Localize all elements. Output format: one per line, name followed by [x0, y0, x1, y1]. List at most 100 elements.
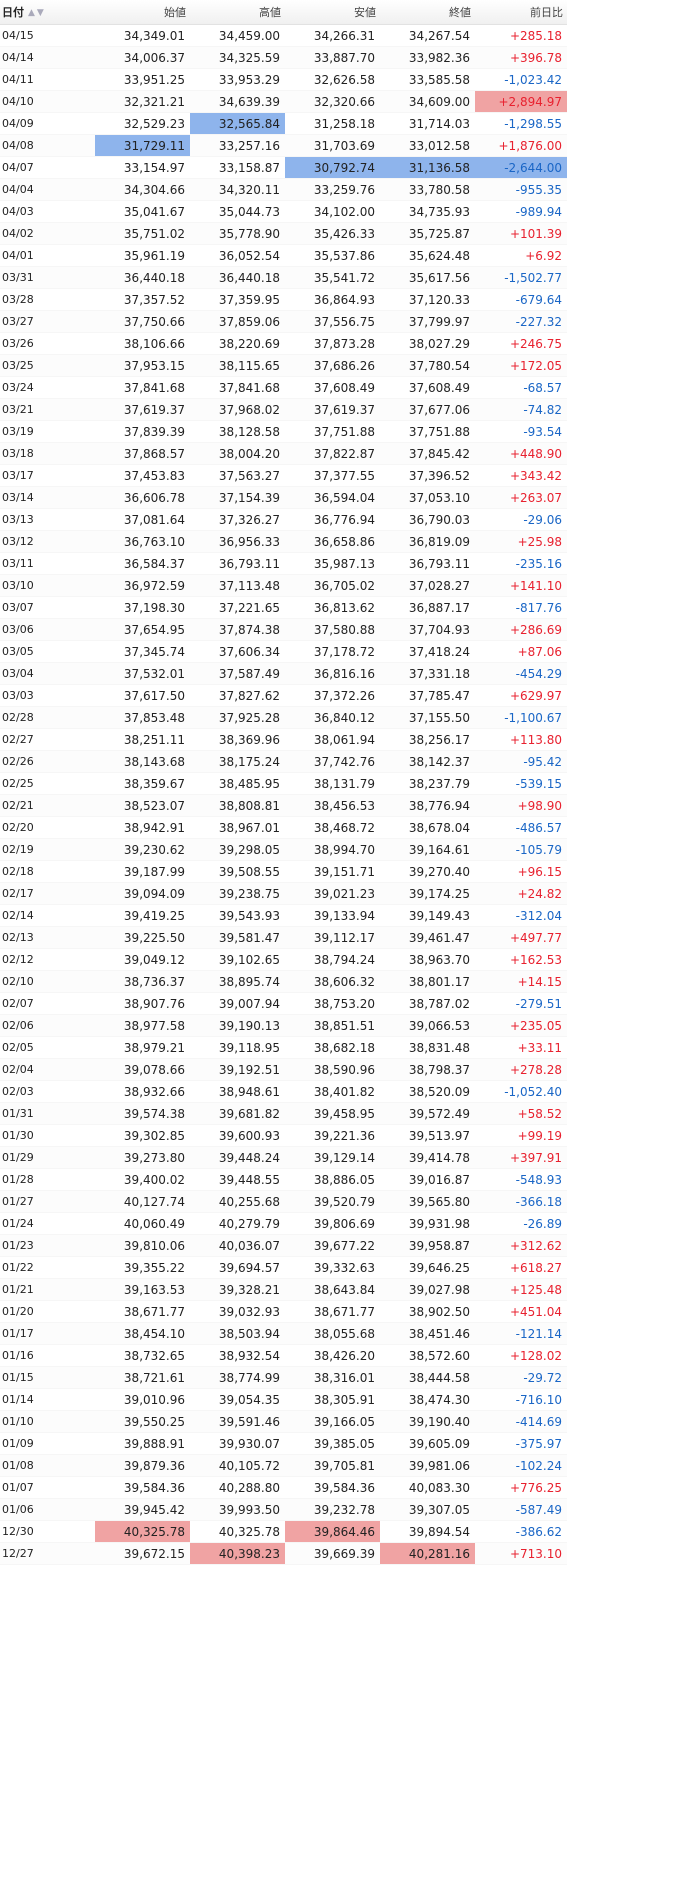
cell-high: 39,694.57: [190, 1256, 285, 1279]
cell-change: +58.52: [475, 1102, 567, 1125]
table-row: 02/03 38,932.66 38,948.61 38,401.82 38,520.0…: [0, 1080, 567, 1103]
table-row: 01/27 40,127.74 40,255.68 39,520.79 39,565.8…: [0, 1190, 567, 1213]
cell-change: -95.42: [475, 750, 567, 773]
cell-low: 35,426.33: [285, 222, 380, 245]
cell-open: 35,961.19: [95, 244, 190, 267]
cell-date: 01/06: [0, 1498, 95, 1521]
cell-open: 37,853.48: [95, 706, 190, 729]
cell-low: 38,590.96: [285, 1058, 380, 1081]
cell-high: 37,606.34: [190, 640, 285, 663]
cell-date: 03/03: [0, 684, 95, 707]
cell-close: 34,735.93: [380, 200, 475, 223]
cell-high: 37,968.02: [190, 398, 285, 421]
header-high[interactable]: 高値: [190, 0, 285, 25]
table-row: 01/29 39,273.80 39,448.24 39,129.14 39,414.7…: [0, 1146, 567, 1169]
cell-date: 02/05: [0, 1036, 95, 1059]
cell-date: 01/21: [0, 1278, 95, 1301]
cell-change: +396.78: [475, 46, 567, 69]
cell-close: 39,931.98: [380, 1212, 475, 1235]
cell-change: -955.35: [475, 178, 567, 201]
cell-high: 37,827.62: [190, 684, 285, 707]
table-row: 04/02 35,751.02 35,778.90 35,426.33 35,725.8…: [0, 222, 567, 245]
cell-change: +278.28: [475, 1058, 567, 1081]
cell-close: 37,028.27: [380, 574, 475, 597]
table-row: 03/24 37,841.68 37,841.68 37,608.49 37,608.4…: [0, 376, 567, 399]
cell-high: 39,591.46: [190, 1410, 285, 1433]
cell-open: 38,671.77: [95, 1300, 190, 1323]
cell-close: 37,799.97: [380, 310, 475, 333]
cell-open: 40,325.78: [95, 1520, 190, 1543]
cell-high: 39,930.07: [190, 1432, 285, 1455]
cell-close: 36,819.09: [380, 530, 475, 553]
cell-open: 39,230.62: [95, 838, 190, 861]
cell-change: +285.18: [475, 24, 567, 47]
cell-high: 39,581.47: [190, 926, 285, 949]
cell-low: 37,822.87: [285, 442, 380, 465]
cell-change: -989.94: [475, 200, 567, 223]
header-low[interactable]: 安値: [285, 0, 380, 25]
table-row: 04/04 34,304.66 34,320.11 33,259.76 33,780.5…: [0, 178, 567, 201]
table-row: 01/21 39,163.53 39,328.21 38,643.84 39,027.9…: [0, 1278, 567, 1301]
cell-date: 04/08: [0, 134, 95, 157]
cell-low: 37,751.88: [285, 420, 380, 443]
cell-change: -1,502.77: [475, 266, 567, 289]
cell-close: 39,894.54: [380, 1520, 475, 1543]
cell-close: 37,120.33: [380, 288, 475, 311]
cell-date: 02/04: [0, 1058, 95, 1081]
cell-low: 35,541.72: [285, 266, 380, 289]
cell-low: 38,794.24: [285, 948, 380, 971]
cell-low: 30,792.74: [285, 156, 380, 179]
cell-open: 38,977.58: [95, 1014, 190, 1037]
cell-date: 02/28: [0, 706, 95, 729]
cell-close: 37,677.06: [380, 398, 475, 421]
cell-low: 37,686.26: [285, 354, 380, 377]
cell-close: 38,776.94: [380, 794, 475, 817]
cell-close: 35,725.87: [380, 222, 475, 245]
cell-open: 38,721.61: [95, 1366, 190, 1389]
table-row: 02/10 38,736.37 38,895.74 38,606.32 38,801.1…: [0, 970, 567, 993]
cell-low: 39,021.23: [285, 882, 380, 905]
header-row: 日付 ▲▼ 始値 高値 安値 終値 前日比: [0, 0, 567, 25]
header-change[interactable]: 前日比: [475, 0, 567, 25]
cell-close: 38,572.60: [380, 1344, 475, 1367]
cell-date: 04/03: [0, 200, 95, 223]
cell-date: 02/06: [0, 1014, 95, 1037]
cell-low: 39,332.63: [285, 1256, 380, 1279]
cell-change: +14.15: [475, 970, 567, 993]
cell-high: 38,503.94: [190, 1322, 285, 1345]
cell-date: 04/04: [0, 178, 95, 201]
cell-change: -817.76: [475, 596, 567, 619]
cell-high: 40,325.78: [190, 1520, 285, 1543]
cell-low: 32,626.58: [285, 68, 380, 91]
cell-change: -539.15: [475, 772, 567, 795]
table-row: 03/05 37,345.74 37,606.34 37,178.72 37,418.2…: [0, 640, 567, 663]
cell-low: 37,873.28: [285, 332, 380, 355]
cell-open: 39,094.09: [95, 882, 190, 905]
sort-arrows-icon[interactable]: ▲▼: [28, 8, 46, 18]
cell-high: 40,279.79: [190, 1212, 285, 1235]
header-open[interactable]: 始値: [95, 0, 190, 25]
table-row: 02/27 38,251.11 38,369.96 38,061.94 38,256.1…: [0, 728, 567, 751]
cell-close: 39,414.78: [380, 1146, 475, 1169]
cell-open: 38,979.21: [95, 1036, 190, 1059]
cell-high: 40,255.68: [190, 1190, 285, 1213]
cell-open: 37,839.39: [95, 420, 190, 443]
cell-low: 39,705.81: [285, 1454, 380, 1477]
header-close[interactable]: 終値: [380, 0, 475, 25]
header-date[interactable]: 日付 ▲▼: [0, 0, 95, 25]
cell-change: -227.32: [475, 310, 567, 333]
cell-high: 38,932.54: [190, 1344, 285, 1367]
table-row: 02/05 38,979.21 39,118.95 38,682.18 38,831.4…: [0, 1036, 567, 1059]
cell-date: 01/10: [0, 1410, 95, 1433]
cell-low: 36,816.16: [285, 662, 380, 685]
cell-open: 39,945.42: [95, 1498, 190, 1521]
cell-high: 33,158.87: [190, 156, 285, 179]
table-row: 03/11 36,584.37 36,793.11 35,987.13 36,793.1…: [0, 552, 567, 575]
table-row: 01/14 39,010.96 39,054.35 38,305.91 38,474.3…: [0, 1388, 567, 1411]
table-row: 03/13 37,081.64 37,326.27 36,776.94 36,790.0…: [0, 508, 567, 531]
cell-change: +286.69: [475, 618, 567, 641]
cell-date: 03/14: [0, 486, 95, 509]
cell-open: 39,574.38: [95, 1102, 190, 1125]
cell-change: -1,100.67: [475, 706, 567, 729]
cell-date: 03/25: [0, 354, 95, 377]
